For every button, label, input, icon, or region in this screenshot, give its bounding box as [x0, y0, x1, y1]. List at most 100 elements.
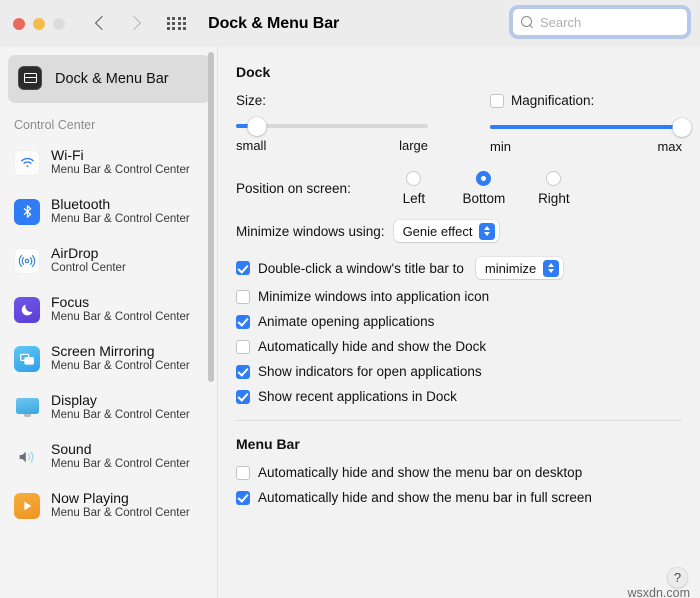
dock-size-slider[interactable] — [236, 116, 428, 136]
forward-chevron-icon[interactable] — [127, 16, 142, 31]
sidebar-item-sublabel: Menu Bar & Control Center — [51, 164, 190, 177]
sidebar-item-dock-menu-bar[interactable]: Dock & Menu Bar — [8, 55, 210, 103]
sidebar-item-sound[interactable]: Sound Menu Bar & Control Center — [0, 432, 218, 481]
dock-size-label: Size: — [236, 93, 428, 108]
sidebar-item-sublabel: Menu Bar & Control Center — [51, 311, 190, 324]
magnification-knob[interactable] — [673, 118, 692, 137]
sidebar-item-display[interactable]: Display Menu Bar & Control Center — [0, 383, 218, 432]
position-label-bottom: Bottom — [462, 191, 505, 206]
double-click-label: Double-click a window's title bar to — [258, 261, 464, 276]
watermark: wsxdn.com — [627, 586, 690, 598]
page-title: Dock & Menu Bar — [208, 15, 339, 33]
close-button[interactable] — [13, 18, 25, 30]
minimize-effect-label: Minimize windows using: — [236, 224, 385, 239]
dock-options-list: Double-click a window's title bar to min… — [236, 257, 682, 404]
zoom-button[interactable] — [53, 18, 65, 30]
search-input[interactable] — [540, 15, 679, 30]
show-indicators-checkbox[interactable] — [236, 365, 250, 379]
minimize-into-icon-checkbox[interactable] — [236, 290, 250, 304]
sidebar-item-wifi[interactable]: Wi-Fi Menu Bar & Control Center — [0, 138, 218, 187]
double-click-checkbox[interactable] — [236, 261, 250, 275]
dock-menu-bar-icon — [18, 66, 44, 92]
bluetooth-icon — [14, 199, 40, 225]
screen-mirroring-icon — [14, 346, 40, 372]
menu-bar-section: Menu Bar Automatically hide and show the… — [218, 421, 700, 505]
sidebar-item-airdrop[interactable]: AirDrop Control Center — [0, 236, 218, 285]
dock-option-label: Minimize windows into application icon — [258, 289, 489, 304]
animate-opening-checkbox[interactable] — [236, 315, 250, 329]
dock-size-min-label: small — [236, 138, 266, 153]
minimize-button[interactable] — [33, 18, 45, 30]
position-radio-group: Left Bottom Right — [379, 171, 589, 206]
dock-option-label: Show indicators for open applications — [258, 364, 482, 379]
dock-option-label: Show recent applications in Dock — [258, 389, 457, 404]
back-chevron-icon[interactable] — [94, 16, 109, 31]
auto-hide-dock-checkbox[interactable] — [236, 340, 250, 354]
dock-option-row: Automatically hide and show the Dock — [236, 339, 682, 354]
help-button[interactable]: ? — [667, 567, 688, 588]
menu-bar-section-title: Menu Bar — [236, 436, 682, 452]
sidebar-item-sublabel: Menu Bar & Control Center — [51, 213, 190, 226]
menu-bar-option-row: Automatically hide and show the menu bar… — [236, 490, 682, 505]
dock-option-label: Animate opening applications — [258, 314, 434, 329]
chevron-updown-icon — [479, 223, 495, 240]
sidebar-item-label: Display — [51, 392, 190, 408]
sound-icon — [14, 444, 40, 470]
auto-hide-menubar-fullscreen-checkbox[interactable] — [236, 491, 250, 505]
dock-sliders: Size: small large — [236, 93, 682, 154]
show-recent-apps-checkbox[interactable] — [236, 390, 250, 404]
search-field[interactable] — [512, 8, 688, 36]
sidebar-item-label: Wi-Fi — [51, 147, 190, 163]
sidebar-section-header: Control Center — [0, 103, 218, 138]
minimize-effect-dropdown[interactable]: Genie effect — [394, 220, 500, 242]
auto-hide-menubar-desktop-checkbox[interactable] — [236, 466, 250, 480]
traffic-lights — [0, 18, 65, 30]
sidebar-item-now-playing[interactable]: Now Playing Menu Bar & Control Center — [0, 481, 218, 530]
position-option-right[interactable]: Right — [519, 171, 589, 206]
main-content: Dock Size: small large — [218, 47, 700, 598]
search-icon — [521, 16, 534, 29]
radio-bottom[interactable] — [476, 171, 491, 186]
dock-size-group: Size: small large — [236, 93, 428, 154]
sidebar-scrollbar[interactable] — [208, 52, 214, 382]
menu-bar-option-label: Automatically hide and show the menu bar… — [258, 490, 592, 505]
sidebar-item-label: Bluetooth — [51, 196, 190, 212]
double-click-action-value: minimize — [485, 261, 536, 276]
sidebar-item-focus[interactable]: Focus Menu Bar & Control Center — [0, 285, 218, 334]
magnification-min-label: min — [490, 139, 511, 154]
radio-left[interactable] — [406, 171, 421, 186]
dock-magnification-group: Magnification: min max — [490, 93, 682, 154]
menu-bar-option-row: Automatically hide and show the menu bar… — [236, 465, 682, 480]
sidebar-item-sublabel: Control Center — [51, 262, 126, 275]
window-body: Dock & Menu Bar Control Center Wi-Fi Men… — [0, 47, 700, 598]
sidebar-item-sublabel: Menu Bar & Control Center — [51, 458, 190, 471]
magnification-label: Magnification: — [511, 93, 594, 108]
minimize-effect-value: Genie effect — [403, 224, 473, 239]
navigation-buttons — [94, 16, 142, 31]
dock-option-row: Show recent applications in Dock — [236, 389, 682, 404]
dock-option-label: Automatically hide and show the Dock — [258, 339, 486, 354]
minimize-effect-row: Minimize windows using: Genie effect — [236, 220, 682, 242]
sidebar-item-screen-mirroring[interactable]: Screen Mirroring Menu Bar & Control Cent… — [0, 334, 218, 383]
position-option-bottom[interactable]: Bottom — [449, 171, 519, 206]
dock-section-title: Dock — [236, 64, 682, 80]
position-label-right: Right — [538, 191, 570, 206]
dock-option-row: Minimize windows into application icon — [236, 289, 682, 304]
sidebar-item-bluetooth[interactable]: Bluetooth Menu Bar & Control Center — [0, 187, 218, 236]
grid-icon[interactable] — [167, 17, 186, 31]
display-icon — [14, 395, 40, 421]
magnification-slider[interactable] — [490, 117, 682, 137]
airdrop-icon — [14, 248, 40, 274]
preferences-window: Dock & Menu Bar Dock & Menu Bar Control … — [0, 0, 700, 598]
radio-right[interactable] — [546, 171, 561, 186]
sidebar-item-label: AirDrop — [51, 245, 126, 261]
magnification-max-label: max — [657, 139, 682, 154]
chevron-updown-icon — [543, 260, 559, 277]
sidebar-item-sublabel: Menu Bar & Control Center — [51, 507, 190, 520]
dock-size-max-label: large — [399, 138, 428, 153]
magnification-checkbox[interactable] — [490, 94, 504, 108]
double-click-action-dropdown[interactable]: minimize — [476, 257, 563, 279]
dock-size-knob[interactable] — [248, 117, 267, 136]
position-label: Position on screen: — [236, 181, 351, 196]
position-option-left[interactable]: Left — [379, 171, 449, 206]
